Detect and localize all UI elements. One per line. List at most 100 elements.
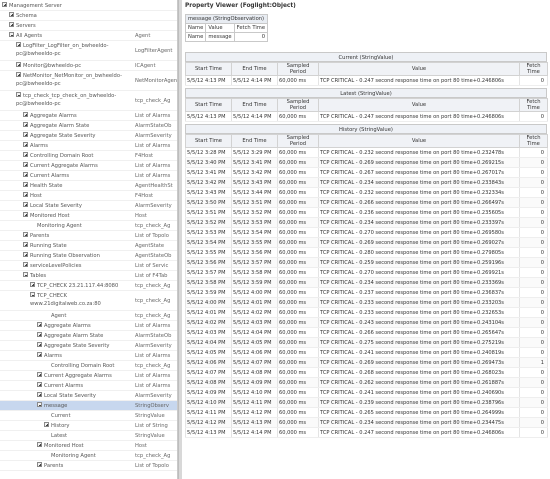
tree-node[interactable]: Monitored Host Host: [0, 441, 177, 451]
expand-icon[interactable]: [23, 162, 28, 167]
table-row[interactable]: 5/5/12 3:55 PM 5/5/12 3:56 PM 60,000 ms TCP…: [185, 247, 548, 258]
tree-node[interactable]: Aggregate Alarms List of Alarms: [0, 321, 177, 331]
expand-icon[interactable]: [37, 372, 42, 377]
expand-icon[interactable]: [23, 192, 28, 197]
expand-icon[interactable]: [23, 132, 28, 137]
tree-node[interactable]: History List of String: [0, 421, 177, 431]
current-header-period[interactable]: Sampled Period: [277, 62, 319, 76]
collapse-icon[interactable]: [30, 292, 35, 297]
expand-icon[interactable]: [23, 172, 28, 177]
tree-node[interactable]: Current Aggregate Alarms List of Alarms: [0, 371, 177, 381]
table-row[interactable]: 5/5/12 4:06 PM 5/5/12 4:07 PM 60,000 ms TCP…: [185, 357, 548, 368]
table-row[interactable]: 5/5/12 3:54 PM 5/5/12 3:55 PM 60,000 ms TCP…: [185, 237, 548, 248]
expand-icon[interactable]: [37, 382, 42, 387]
tree-node[interactable]: Alarms List of Alarms: [0, 351, 177, 361]
tree-node[interactable]: Agent tcp_check_Ag: [0, 311, 177, 321]
table-row[interactable]: 5/5/12 4:08 PM 5/5/12 4:09 PM 60,000 ms TCP…: [185, 377, 548, 388]
history-header-value[interactable]: Value: [318, 134, 520, 148]
expand-icon[interactable]: [23, 232, 28, 237]
tree-node[interactable]: Aggregate Alarm State AlarmStateOb: [0, 331, 177, 341]
table-row[interactable]: 5/5/12 3:40 PM 5/5/12 3:41 PM 60,000 ms TCP…: [185, 157, 548, 168]
tree-node[interactable]: Aggregate Alarms List of Alarms: [0, 111, 177, 121]
table-row[interactable]: 5/5/12 4:04 PM 5/5/12 4:05 PM 60,000 ms TCP…: [185, 337, 548, 348]
expand-icon[interactable]: [2, 2, 7, 7]
expand-icon[interactable]: [37, 342, 42, 347]
expand-icon[interactable]: [37, 352, 42, 357]
tree-node[interactable]: Monitored Host Host: [0, 211, 177, 221]
expand-icon[interactable]: [16, 72, 21, 77]
expand-icon[interactable]: [23, 212, 28, 217]
table-row[interactable]: 5/5/12 3:57 PM 5/5/12 3:58 PM 60,000 ms TCP…: [185, 267, 548, 278]
tree-node[interactable]: Running State AgentState: [0, 241, 177, 251]
table-row[interactable]: 5/5/12 4:07 PM 5/5/12 4:08 PM 60,000 ms TCP…: [185, 367, 548, 378]
tree-node[interactable]: Current Alarms List of Alarms: [0, 381, 177, 391]
tree-node[interactable]: Management Server: [0, 1, 177, 11]
tree-node[interactable]: TCP_CHECK www.21digitalweb.co.za:80 tcp_c…: [0, 291, 177, 311]
table-row[interactable]: 5/5/12 3:50 PM 5/5/12 3:51 PM 60,000 ms TCP…: [185, 197, 548, 208]
tree-node[interactable]: Current Aggregate Alarms List of Alarms: [0, 161, 177, 171]
current-header-end[interactable]: End Time: [231, 62, 278, 76]
tree-node[interactable]: Health State AgentHealthSt: [0, 181, 177, 191]
tree-node[interactable]: Aggregate State Severity AlarmSeverity: [0, 341, 177, 351]
expand-icon[interactable]: [37, 442, 42, 447]
tree-node[interactable]: Controlling Domain Root F4Host: [0, 151, 177, 161]
expand-icon[interactable]: [37, 392, 42, 397]
tree-node[interactable]: Parents List of Topolo: [0, 461, 177, 471]
tree-node[interactable]: message StringObserv: [0, 401, 177, 411]
tree-node[interactable]: Monitor@bwheeldo-pc ICAgent: [0, 61, 177, 71]
tree-node[interactable]: Monitoring Agent tcp_check_Ag: [0, 451, 177, 461]
table-row[interactable]: 5/5/12 4:13 PM 5/5/12 4:14 PM 60,000 ms TCP…: [185, 427, 548, 438]
table-row[interactable]: 5/5/12 4:13 PM 5/5/12 4:14 PM 60,000 ms …: [185, 111, 548, 122]
tree-node[interactable]: NetMonitor_NetMonitor_on_bwheeldo-pc@bwh…: [0, 71, 177, 91]
expand-icon[interactable]: [23, 262, 28, 267]
collapse-icon[interactable]: [9, 32, 14, 37]
expand-icon[interactable]: [9, 12, 14, 17]
expand-icon[interactable]: [30, 282, 35, 287]
expand-icon[interactable]: [16, 42, 21, 47]
collapse-icon[interactable]: [37, 402, 42, 407]
expand-icon[interactable]: [23, 152, 28, 157]
tree-node[interactable]: Alarms List of Alarms: [0, 141, 177, 151]
expand-icon[interactable]: [23, 252, 28, 257]
collapse-icon[interactable]: [23, 272, 28, 277]
tree-node[interactable]: tcp_check_tcp_check_on_bwheeldo-pc@bwhee…: [0, 91, 177, 111]
expand-icon[interactable]: [37, 332, 42, 337]
tree-node[interactable]: Monitoring Agent tcp_check_Ag: [0, 221, 177, 231]
tree-node[interactable]: Aggregate Alarm State AlarmStateOb: [0, 121, 177, 131]
tree-node[interactable]: Aggregate State Severity AlarmSeverity: [0, 131, 177, 141]
table-row[interactable]: 5/5/12 3:42 PM 5/5/12 3:43 PM 60,000 ms TCP…: [185, 177, 548, 188]
tree-node[interactable]: Tables List of F4Tab: [0, 271, 177, 281]
table-row[interactable]: 5/5/12 4:09 PM 5/5/12 4:10 PM 60,000 ms TCP…: [185, 387, 548, 398]
table-row[interactable]: 5/5/12 3:43 PM 5/5/12 3:44 PM 60,000 ms TCP…: [185, 187, 548, 198]
table-row[interactable]: 5/5/12 4:11 PM 5/5/12 4:12 PM 60,000 ms TCP…: [185, 407, 548, 418]
table-row[interactable]: 5/5/12 3:56 PM 5/5/12 3:57 PM 60,000 ms TCP…: [185, 257, 548, 268]
table-row[interactable]: 5/5/12 3:59 PM 5/5/12 4:00 PM 60,000 ms TCP…: [185, 287, 548, 298]
expand-icon[interactable]: [23, 202, 28, 207]
expand-icon[interactable]: [23, 242, 28, 247]
table-row[interactable]: 5/5/12 4:05 PM 5/5/12 4:06 PM 60,000 ms TCP…: [185, 347, 548, 358]
tree-node[interactable]: Running State Observation AgentStateOb: [0, 251, 177, 261]
tree-node[interactable]: Local State Severity AlarmSeverity: [0, 391, 177, 401]
table-row[interactable]: 5/5/12 4:12 PM 5/5/12 4:13 PM 60,000 ms TCP…: [185, 417, 548, 428]
table-row[interactable]: 5/5/12 3:28 PM 5/5/12 3:29 PM 60,000 ms TCP…: [185, 147, 548, 158]
tree-node[interactable]: serviceLevelPolicies List of Servic: [0, 261, 177, 271]
table-row[interactable]: 5/5/12 3:58 PM 5/5/12 3:59 PM 60,000 ms TCP…: [185, 277, 548, 288]
history-header-end[interactable]: End Time: [231, 134, 278, 148]
history-header-period[interactable]: Sampled Period: [277, 134, 319, 148]
expand-icon[interactable]: [23, 112, 28, 117]
tree-node[interactable]: All Agents Agent: [0, 31, 177, 41]
table-row[interactable]: 5/5/12 4:13 PM 5/5/12 4:14 PM 60,000 ms …: [185, 75, 548, 86]
expand-icon[interactable]: [23, 182, 28, 187]
table-row[interactable]: 5/5/12 4:01 PM 5/5/12 4:02 PM 60,000 ms TCP…: [185, 307, 548, 318]
history-header-fetch[interactable]: Fetch Time: [519, 134, 548, 148]
expand-icon[interactable]: [23, 122, 28, 127]
table-row[interactable]: 5/5/12 3:41 PM 5/5/12 3:42 PM 60,000 ms TCP…: [185, 167, 548, 178]
tree-node[interactable]: TCP_CHECK 23.21.117.44:8080 tcp_check_Ag: [0, 281, 177, 291]
tree-node[interactable]: LogFilter_LogFilter_on_bwheeldo-pc@bwhee…: [0, 41, 177, 61]
tree-node[interactable]: Servers: [0, 21, 177, 31]
expand-icon[interactable]: [23, 142, 28, 147]
current-header-fetch[interactable]: Fetch Time: [519, 62, 548, 76]
table-row[interactable]: 5/5/12 3:52 PM 5/5/12 3:53 PM 60,000 ms TCP…: [185, 217, 548, 228]
tree-node[interactable]: Host F4Host: [0, 191, 177, 201]
table-row[interactable]: 5/5/12 4:02 PM 5/5/12 4:03 PM 60,000 ms TCP…: [185, 317, 548, 328]
